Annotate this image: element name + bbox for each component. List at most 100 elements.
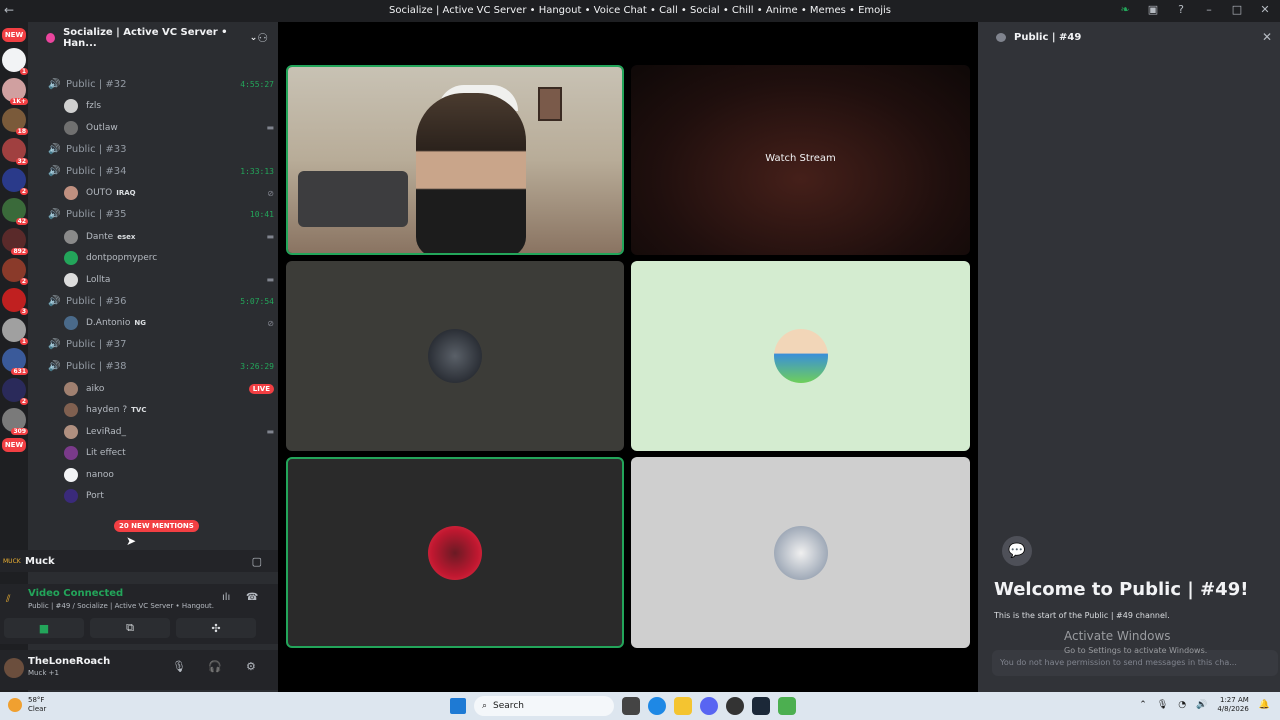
server-header[interactable]: Socialize | Active VC Server • Han... ⌄ … — [28, 22, 278, 54]
new-mentions-badge[interactable]: 20 NEW MENTIONS — [114, 520, 199, 532]
clock-time: 1:27 AM — [1220, 696, 1249, 704]
edge-icon[interactable] — [648, 697, 666, 715]
volume-icon[interactable]: 🔊 — [1196, 700, 1207, 710]
voice-channel[interactable]: 🔊 Public | #38 3:26:29 — [48, 359, 274, 375]
voice-user-name: fzls — [86, 101, 102, 111]
live-badge: LIVE — [248, 383, 274, 394]
speaker-icon: 🔊 — [48, 165, 61, 177]
server-icon[interactable]: 2 — [2, 258, 28, 285]
microphone-icon[interactable]: 🎙 — [172, 660, 186, 673]
signal-icon[interactable]: ⫽ — [6, 594, 10, 605]
voice-channel[interactable]: 🔊 Public | #35 10:41 — [48, 207, 274, 223]
chat-channel-name: Public | #49 — [1014, 32, 1082, 43]
voice-user[interactable]: hayden ? TVC — [64, 402, 274, 418]
voice-user[interactable]: nanoo — [64, 467, 274, 483]
video-tile-user[interactable] — [286, 261, 624, 451]
video-camera-icon: ▬ — [266, 427, 274, 436]
server-icon[interactable]: 3 — [2, 288, 28, 315]
server-icon[interactable]: 892 — [2, 228, 28, 255]
microphone-icon[interactable]: 🎙 — [1157, 700, 1168, 710]
video-tile-user[interactable] — [286, 457, 624, 648]
voice-status[interactable]: Video Connected — [28, 588, 123, 599]
server-icon[interactable]: 631 — [2, 348, 28, 375]
discord-icon[interactable] — [700, 697, 718, 715]
avatar — [428, 329, 482, 383]
server-icon[interactable]: 2 — [2, 378, 28, 405]
help-icon[interactable]: ? — [1174, 3, 1188, 16]
video-tile-stream[interactable]: Watch Stream — [631, 65, 970, 255]
watch-stream-button[interactable]: Watch Stream — [631, 153, 970, 164]
wifi-icon[interactable]: ◔ — [1178, 700, 1186, 710]
voice-user[interactable]: OUTO IRAQ ⊘ — [64, 185, 274, 201]
headphones-icon[interactable]: 🎧 — [208, 660, 222, 673]
video-tile-user[interactable] — [631, 261, 970, 451]
server-icon[interactable]: 309 — [2, 408, 28, 435]
minimize-button[interactable]: – — [1202, 3, 1216, 16]
voice-user[interactable]: dontpopmyperc — [64, 250, 274, 266]
voice-user[interactable]: aiko LIVE — [64, 381, 274, 397]
voice-user[interactable]: fzls — [64, 98, 274, 114]
server-icon[interactable]: 18 — [2, 108, 28, 135]
chevron-up-icon[interactable]: ⌃ — [1139, 700, 1147, 710]
maximize-button[interactable]: □ — [1230, 3, 1244, 16]
new-servers-indicator[interactable]: NEW — [2, 28, 26, 42]
disconnect-icon[interactable]: ☎ — [246, 592, 258, 603]
chevron-down-icon[interactable]: ⌄ — [250, 33, 258, 43]
activity-bar[interactable]: MUCK Muck ▢ — [0, 550, 278, 572]
add-user-icon[interactable]: ⚇ — [257, 31, 268, 45]
server-icon[interactable]: 32 — [2, 138, 28, 165]
gear-icon[interactable]: ⚙ — [246, 660, 256, 673]
voice-channel[interactable]: 🔊 Public | #32 4:55:27 — [48, 76, 274, 92]
chrome-icon[interactable] — [726, 697, 744, 715]
noise-suppression-icon[interactable]: ılı — [222, 592, 230, 603]
close-button[interactable]: ✕ — [1258, 3, 1272, 16]
server-icon[interactable]: 1 — [2, 318, 28, 345]
server-icon[interactable]: 1K+ — [2, 78, 28, 105]
mention-badge: 3 — [19, 308, 28, 315]
server-icon[interactable]: 42 — [2, 198, 28, 225]
voice-user[interactable]: Outlaw ▬ — [64, 120, 274, 136]
camera-button[interactable]: ■ — [4, 618, 84, 638]
server-icon[interactable]: 1 — [2, 48, 28, 75]
screenshare-button[interactable]: ⧉ — [90, 618, 170, 638]
mention-badge: 309 — [11, 428, 28, 435]
weather-widget[interactable]: 58°F Clear — [8, 696, 46, 714]
voice-user[interactable]: D.Antonio NG ⊘ — [64, 315, 274, 331]
voice-channel[interactable]: 🔊 Public | #33 — [48, 141, 274, 157]
app-icon[interactable] — [778, 697, 796, 715]
video-tile-camera[interactable] — [286, 65, 624, 255]
search-box[interactable]: ⌕ Search — [474, 696, 614, 716]
inbox-icon[interactable]: ▣ — [1146, 3, 1160, 16]
new-servers-indicator[interactable]: NEW — [2, 438, 26, 452]
server-icon[interactable]: 2 — [2, 168, 28, 195]
notification-icon[interactable]: 🔔 — [1259, 700, 1270, 710]
avatar — [64, 99, 78, 113]
voice-user-name: Lollta — [86, 274, 111, 285]
avatar[interactable] — [4, 658, 24, 678]
voice-user[interactable]: LeviRad_ ▬ — [64, 424, 274, 440]
steam-icon[interactable] — [752, 697, 770, 715]
voice-user[interactable]: Port — [64, 488, 274, 504]
voice-channel[interactable]: 🔊 Public | #34 1:33:13 — [48, 163, 274, 179]
voice-user-name: OUTO — [86, 188, 113, 198]
voice-channel[interactable]: 🔊 Public | #36 5:07:54 — [48, 293, 274, 309]
close-icon[interactable]: ✕ — [1262, 30, 1272, 44]
couch — [298, 171, 408, 227]
task-view-icon[interactable] — [622, 697, 640, 715]
activate-windows-subtitle: Go to Settings to activate Windows. — [1064, 646, 1208, 655]
nitro-icon[interactable]: ❧ — [1118, 3, 1132, 16]
video-tile-user[interactable] — [631, 457, 970, 648]
voice-user[interactable]: Lit effect — [64, 445, 274, 461]
screen-icon[interactable]: ▢ — [252, 555, 262, 568]
voice-user[interactable]: Lollta ▬ — [64, 272, 274, 288]
file-explorer-icon[interactable] — [674, 697, 692, 715]
mention-badge: 1 — [19, 68, 28, 75]
clock[interactable]: 1:27 AM 4/8/2026 — [1217, 696, 1248, 714]
video-camera-icon: ▬ — [266, 123, 274, 132]
voice-channel[interactable]: 🔊 Public | #37 — [48, 337, 274, 353]
wall-frame — [538, 87, 562, 121]
windows-start-icon[interactable] — [450, 698, 466, 714]
activities-button[interactable]: ✣ — [176, 618, 256, 638]
voice-user[interactable]: Dante esex ▬ — [64, 229, 274, 245]
mention-badge: 32 — [15, 158, 28, 165]
